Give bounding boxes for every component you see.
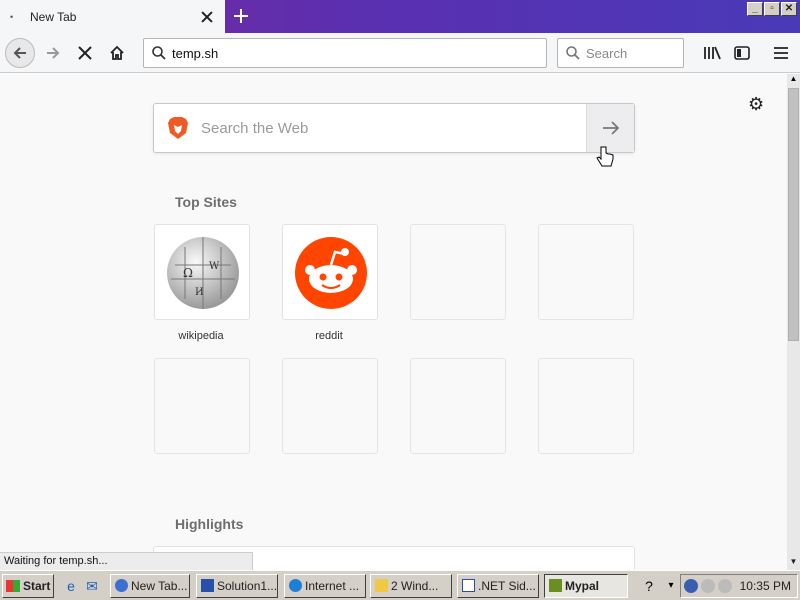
vertical-scrollbar[interactable]: ▲ ▼ [787,74,800,570]
sidebar-icon [734,46,750,60]
visual-studio-icon [201,579,214,592]
tab-strip: • New Tab _ ▫ ✕ [0,0,800,33]
taskbar-item[interactable]: .NET Sid... [457,574,539,598]
stop-button[interactable] [70,38,100,68]
wikipedia-globe-icon: Ω W И [167,237,239,309]
window-close-button[interactable]: ✕ [781,2,797,16]
brave-lion-icon [168,117,188,139]
hand-cursor-icon [596,146,614,167]
new-tab-page: ⚙ Search the Web Top Sites Ω W И wikiped… [0,74,787,570]
tab-favicon-icon: • [10,11,14,22]
window-icon [462,579,475,592]
taskbar-item[interactable]: Solution1... [196,574,278,598]
arrow-right-icon [47,47,60,59]
navigation-toolbar: temp.sh Search [0,33,800,73]
url-bar[interactable]: temp.sh [143,38,547,68]
forward-button[interactable] [38,38,68,68]
web-search-placeholder: Search the Web [201,119,309,137]
window-restore-button[interactable]: ▫ [764,2,780,16]
taskbar-item-active[interactable]: Mypal [544,574,628,598]
outlook-express-icon[interactable]: ✉ [83,577,101,595]
clock[interactable]: 10:35 PM [740,579,791,593]
taskbar-item[interactable]: Internet ... [284,574,366,598]
status-text: Waiting for temp.sh... [0,552,253,570]
top-site-tile-empty[interactable] [410,358,506,454]
search-bar[interactable]: Search [557,38,684,68]
svg-text:И: И [195,287,204,298]
library-icon [704,46,721,60]
top-site-tile-empty[interactable] [282,358,378,454]
arrow-left-icon [13,47,26,59]
tray-icon[interactable] [701,579,715,593]
stop-x-icon [78,46,92,60]
internet-explorer-icon[interactable]: e [62,577,80,595]
start-label: Start [23,579,51,593]
back-button[interactable] [5,38,35,68]
tab-title: New Tab [30,9,77,24]
help-icon[interactable]: ? [640,577,658,595]
search-bar-placeholder: Search [586,45,628,61]
taskbar: Start e ✉ New Tab... Solution1... Intern… [0,570,800,600]
windows-flag-icon [6,580,20,592]
reddit-alien-icon [295,237,367,309]
top-sites-heading: Top Sites [175,194,237,210]
arrow-right-icon [602,121,619,135]
url-text: temp.sh [172,45,219,61]
search-icon [152,46,166,60]
new-tab-plus-icon[interactable] [228,3,254,29]
highlights-heading: Highlights [175,516,244,532]
browser-icon [115,579,128,592]
top-site-tile-empty[interactable] [154,358,250,454]
top-site-tile-wikipedia[interactable]: Ω W И [154,224,250,320]
search-go-button[interactable] [586,104,634,152]
scroll-up-arrow-icon[interactable]: ▲ [787,74,800,87]
library-button[interactable] [697,38,727,68]
svg-text:Ω: Ω [183,266,193,280]
svg-text:W: W [209,261,220,272]
chevron-down-icon[interactable]: ▾ [662,577,680,595]
start-button[interactable]: Start [2,574,54,598]
system-tray: 10:35 PM [680,574,798,598]
hamburger-menu-icon [774,47,788,59]
top-site-tile-reddit[interactable] [282,224,378,320]
scroll-down-arrow-icon[interactable]: ▼ [787,557,800,570]
top-site-label: wikipedia [178,330,224,342]
tab-close-icon[interactable] [200,10,214,24]
top-site-label: reddit [315,330,343,342]
taskbar-item[interactable]: 2 Wind... [370,574,452,598]
search-icon [566,46,580,60]
top-site-tile-empty[interactable] [410,224,506,320]
gear-icon[interactable]: ⚙ [748,95,766,113]
tray-icon[interactable] [718,579,732,593]
taskbar-item[interactable]: New Tab... [110,574,190,598]
top-site-tile-empty[interactable] [538,358,634,454]
sidebar-button[interactable] [727,38,757,68]
home-icon [110,45,124,60]
internet-explorer-icon [289,579,302,592]
mypal-icon [549,579,562,592]
web-search-box[interactable]: Search the Web [153,103,635,153]
top-site-tile-empty[interactable] [538,224,634,320]
tab-new-tab[interactable]: • New Tab [0,0,225,33]
network-icon[interactable] [684,579,698,593]
scroll-thumb[interactable] [788,88,799,341]
window-minimize-button[interactable]: _ [747,2,763,16]
home-button[interactable] [102,38,132,68]
menu-button[interactable] [766,38,796,68]
folder-icon [375,579,388,592]
